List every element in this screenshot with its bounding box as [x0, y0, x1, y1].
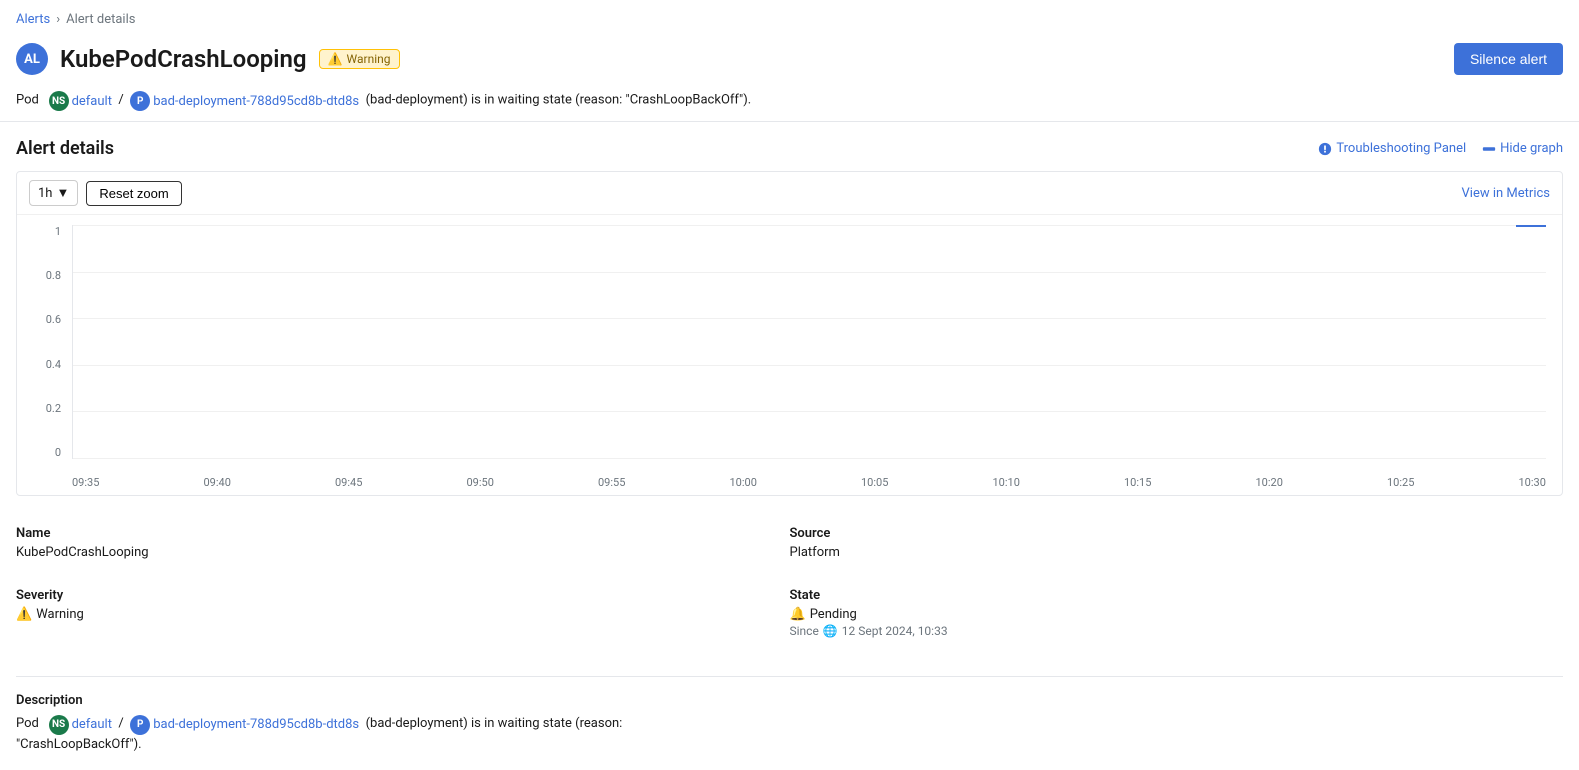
desc-pod-link[interactable]: bad-deployment-788d95cd8b-dtd8s: [153, 715, 359, 735]
avatar: AL: [16, 43, 48, 75]
x-axis: 09:35 09:40 09:45 09:50 09:55 10:00 10:0…: [72, 476, 1546, 489]
breadcrumb-current: Alert details: [66, 12, 135, 27]
header-bar: AL KubePodCrashLooping ⚠️ Warning Silenc…: [0, 35, 1579, 85]
troubleshooting-panel-link[interactable]: Troubleshooting Panel: [1318, 141, 1466, 156]
chart-area: 1 0.8 0.6 0.4 0.2 0 09:35 09:40 09:45 09…: [17, 215, 1562, 495]
alert-title: KubePodCrashLooping: [60, 45, 307, 73]
details-grid: Name KubePodCrashLooping Source Platform…: [0, 496, 1579, 676]
detail-severity: Severity ⚠️ Warning: [16, 578, 790, 656]
ns-link[interactable]: default: [72, 94, 112, 109]
pod-label: Pod: [16, 93, 39, 108]
name-value: KubePodCrashLooping: [16, 545, 790, 560]
description-value: Pod NS default / P bad-deployment-788d95…: [16, 714, 1563, 754]
chart-data-line: [1516, 225, 1546, 227]
pod-info-bar: Pod NS default / P bad-deployment-788d95…: [0, 85, 1579, 122]
detail-source: Source Platform: [790, 516, 1564, 578]
desc-ns-badge: NS: [49, 715, 69, 735]
breadcrumb: Alerts › Alert details: [0, 0, 1579, 35]
graph-toolbar: 1h ▼ Reset zoom View in Metrics: [17, 172, 1562, 215]
bell-icon: 🔔: [790, 607, 806, 622]
breadcrumb-alerts-link[interactable]: Alerts: [16, 12, 50, 27]
troubleshooting-icon: [1318, 142, 1332, 156]
warning-badge: ⚠️ Warning: [319, 49, 400, 69]
source-label: Source: [790, 526, 1564, 541]
alert-details-title: Alert details: [16, 138, 114, 159]
y-axis: 1 0.8 0.6 0.4 0.2 0: [17, 225, 69, 459]
source-value: Platform: [790, 545, 1564, 560]
severity-value: ⚠️ Warning: [16, 607, 790, 622]
state-value: 🔔 Pending: [790, 607, 1564, 622]
detail-state: State 🔔 Pending Since 🌐 12 Sept 2024, 10…: [790, 578, 1564, 656]
desc-pod-text: Pod: [16, 716, 39, 731]
description-label: Description: [16, 693, 1563, 708]
ns-badge: NS: [49, 91, 69, 111]
alert-details-header: Alert details Troubleshooting Panel Hide…: [0, 122, 1579, 171]
name-label: Name: [16, 526, 790, 541]
view-in-metrics-link[interactable]: View in Metrics: [1462, 186, 1550, 201]
chart-plot: [72, 225, 1546, 459]
state-label: State: [790, 588, 1564, 603]
desc-p-badge: P: [130, 715, 150, 735]
graph-container: 1h ▼ Reset zoom View in Metrics 1 0.8 0.…: [16, 171, 1563, 496]
globe-icon: 🌐: [823, 624, 838, 638]
description-section: Description Pod NS default / P bad-deplo…: [0, 677, 1579, 770]
reset-zoom-button[interactable]: Reset zoom: [86, 181, 181, 206]
breadcrumb-separator: ›: [56, 12, 60, 27]
hide-graph-icon: [1482, 142, 1496, 156]
state-since: Since 🌐 12 Sept 2024, 10:33: [790, 624, 1564, 638]
severity-label: Severity: [16, 588, 790, 603]
time-range-select[interactable]: 1h ▼: [29, 180, 78, 206]
desc-ns-link[interactable]: default: [72, 715, 112, 735]
severity-icon: ⚠️: [16, 607, 32, 622]
hide-graph-link[interactable]: Hide graph: [1482, 141, 1563, 156]
chevron-down-icon: ▼: [56, 185, 69, 201]
silence-alert-button[interactable]: Silence alert: [1454, 43, 1563, 75]
p-badge: P: [130, 91, 150, 111]
pod-description: (bad-deployment) is in waiting state (re…: [366, 93, 752, 108]
detail-name: Name KubePodCrashLooping: [16, 516, 790, 578]
pod-link[interactable]: bad-deployment-788d95cd8b-dtd8s: [153, 94, 359, 109]
warning-icon: ⚠️: [328, 52, 343, 66]
